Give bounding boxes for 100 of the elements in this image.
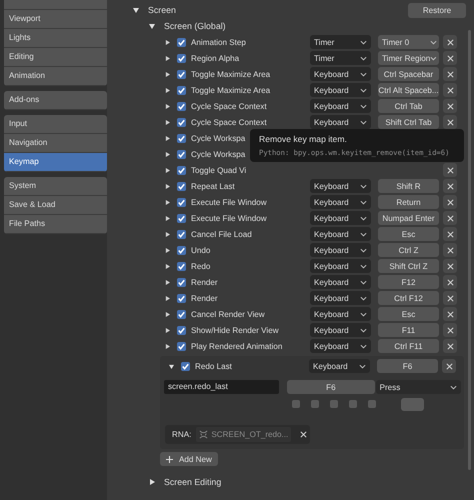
sidebar-item[interactable]: File Paths (4, 215, 107, 234)
remove-button[interactable] (443, 51, 457, 65)
sidebar-item[interactable]: Navigation (4, 134, 107, 153)
expand-arrow-icon[interactable] (165, 232, 170, 236)
key-button[interactable]: Numpad Enter (378, 211, 439, 225)
input-type-dropdown[interactable]: Keyboard (310, 83, 371, 97)
rna-field[interactable]: SCREEN_OT_redo... (196, 427, 292, 442)
expand-arrow-icon[interactable] (165, 344, 170, 348)
checkbox[interactable] (177, 278, 186, 286)
remove-button[interactable] (443, 179, 457, 193)
checkbox[interactable] (177, 310, 186, 318)
expand-arrow-icon[interactable] (165, 312, 170, 316)
key-button[interactable]: Ctrl F12 (378, 291, 439, 305)
key-button[interactable]: Ctrl Spacebar (378, 67, 439, 81)
remove-button[interactable] (443, 307, 457, 321)
expand-arrow-icon[interactable] (133, 7, 139, 13)
remove-button[interactable] (442, 359, 456, 373)
modifier-checkbox[interactable] (349, 400, 357, 408)
checkbox[interactable] (177, 294, 186, 302)
input-type-dropdown[interactable]: Keyboard (310, 291, 371, 305)
input-type-dropdown[interactable]: Keyboard (310, 323, 371, 337)
checkbox[interactable] (177, 230, 186, 238)
checkbox[interactable] (177, 150, 186, 158)
modifier-checkbox[interactable] (330, 400, 338, 408)
key-button[interactable]: F12 (378, 275, 439, 289)
input-type-dropdown[interactable]: Timer (310, 35, 371, 49)
expand-arrow-icon[interactable] (149, 23, 155, 29)
input-type-dropdown[interactable]: Keyboard (309, 359, 370, 373)
sidebar-item[interactable]: System (4, 177, 107, 196)
checkbox[interactable] (177, 198, 186, 206)
expand-arrow-icon[interactable] (165, 280, 170, 284)
key-button[interactable]: F6 (377, 359, 438, 373)
expand-arrow-icon[interactable] (165, 200, 170, 204)
remove-button[interactable] (443, 163, 457, 177)
sidebar-item[interactable]: Add-ons (4, 91, 107, 110)
input-type-dropdown[interactable]: Keyboard (310, 179, 371, 193)
expand-arrow-icon[interactable] (165, 136, 170, 140)
checkbox[interactable] (177, 70, 186, 78)
remove-button[interactable] (443, 211, 457, 225)
input-type-dropdown[interactable]: Keyboard (310, 195, 371, 209)
expand-arrow-icon[interactable] (165, 152, 170, 156)
input-type-dropdown[interactable]: Keyboard (310, 259, 371, 273)
sidebar-item[interactable]: Save & Load (4, 196, 107, 215)
input-type-dropdown[interactable]: Keyboard (310, 339, 371, 353)
checkbox[interactable] (177, 118, 186, 126)
key-button[interactable]: Esc (378, 227, 439, 241)
remove-button[interactable] (443, 227, 457, 241)
expand-arrow-icon[interactable] (165, 120, 170, 124)
checkbox[interactable] (181, 362, 190, 370)
remove-button[interactable] (443, 339, 457, 353)
expand-arrow-icon[interactable] (165, 104, 170, 108)
expand-arrow-icon[interactable] (165, 264, 170, 268)
input-type-dropdown[interactable]: Timer (310, 51, 371, 65)
key-button[interactable]: F11 (378, 323, 439, 337)
expand-arrow-icon[interactable] (165, 72, 170, 76)
expand-arrow-icon[interactable] (165, 296, 170, 300)
sidebar-item[interactable]: Input (4, 115, 107, 134)
input-type-dropdown[interactable]: Keyboard (310, 67, 371, 81)
checkbox[interactable] (177, 214, 186, 222)
checkbox[interactable] (177, 262, 186, 270)
remove-button[interactable] (443, 259, 457, 273)
event-dropdown[interactable]: Timer 0 (378, 35, 439, 49)
remove-button[interactable] (443, 67, 457, 81)
restore-button[interactable]: Restore (408, 2, 466, 18)
operator-field[interactable]: screen.redo_last (164, 380, 280, 394)
key-button[interactable]: Ctrl Alt Spaceb... (378, 83, 439, 97)
key-button[interactable]: Esc (378, 307, 439, 321)
checkbox[interactable] (177, 182, 186, 190)
modifier-checkbox[interactable] (292, 400, 300, 408)
sidebar-item[interactable]: Keymap (4, 153, 107, 172)
remove-button[interactable] (443, 35, 457, 49)
modifier-checkbox[interactable] (311, 400, 319, 408)
remove-button[interactable] (443, 243, 457, 257)
sidebar-item[interactable]: Lights (4, 29, 107, 48)
expand-arrow-icon[interactable] (165, 216, 170, 220)
sidebar-item[interactable]: Viewport (4, 10, 107, 29)
expand-arrow-icon[interactable] (165, 56, 170, 60)
input-type-dropdown[interactable]: Keyboard (310, 211, 371, 225)
key-button[interactable]: Ctrl Tab (378, 99, 439, 113)
checkbox[interactable] (177, 166, 186, 174)
expand-arrow-icon[interactable] (165, 168, 170, 172)
event-value-dropdown[interactable]: Press (376, 380, 461, 394)
expand-arrow-icon[interactable] (165, 40, 170, 44)
sidebar-item[interactable]: Editing (4, 48, 107, 67)
key-button[interactable]: Ctrl F11 (378, 339, 439, 353)
event-dropdown[interactable]: Timer Region (378, 51, 439, 65)
modifier-checkbox[interactable] (368, 400, 376, 408)
remove-button[interactable] (443, 275, 457, 289)
input-type-dropdown[interactable]: Keyboard (310, 275, 371, 289)
checkbox[interactable] (177, 246, 186, 254)
expand-arrow-icon[interactable] (165, 184, 170, 188)
key-button[interactable]: Return (378, 195, 439, 209)
input-type-dropdown[interactable]: Keyboard (310, 115, 371, 129)
checkbox[interactable] (177, 86, 186, 94)
checkbox[interactable] (177, 134, 186, 142)
input-type-dropdown[interactable]: Keyboard (310, 307, 371, 321)
key-button[interactable]: Shift Ctrl Tab (378, 115, 439, 129)
checkbox[interactable] (177, 54, 186, 62)
input-type-dropdown[interactable]: Keyboard (310, 99, 371, 113)
input-type-dropdown[interactable]: Keyboard (310, 243, 371, 257)
